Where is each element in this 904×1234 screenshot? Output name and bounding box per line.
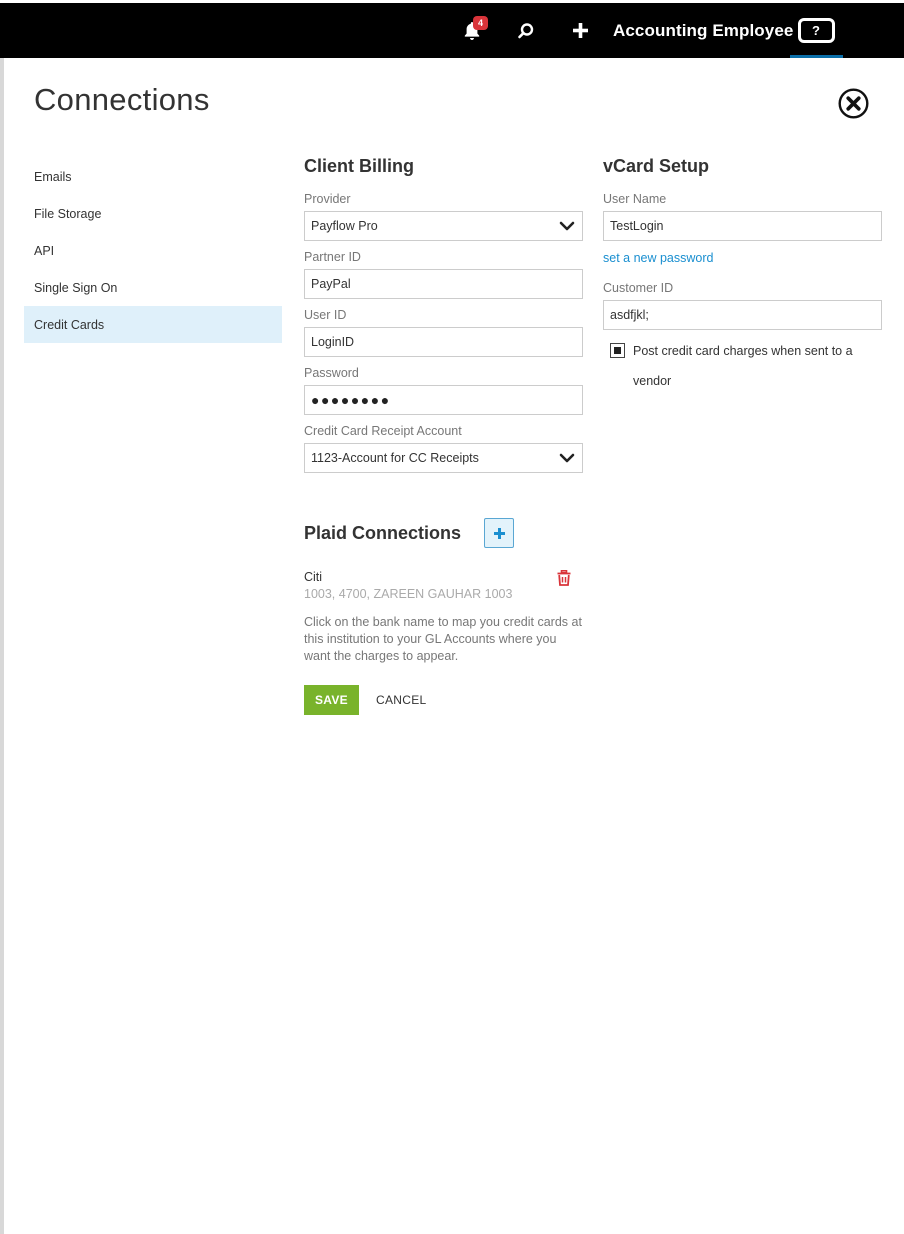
close-circle-icon [838, 88, 869, 119]
user-id-input[interactable]: LoginID [304, 327, 583, 357]
receipt-account-label: Credit Card Receipt Account [304, 423, 462, 438]
search-icon [518, 22, 534, 38]
post-charges-checkbox[interactable] [610, 343, 625, 358]
vcard-user-name-value: TestLogin [610, 219, 664, 233]
receipt-account-value: 1123-Account for CC Receipts [311, 451, 479, 465]
chevron-down-icon [559, 453, 575, 463]
close-button[interactable] [838, 88, 869, 119]
receipt-account-select[interactable]: 1123-Account for CC Receipts [304, 443, 583, 473]
client-billing-section: Client Billing Provider Payflow Pro Part… [304, 152, 583, 479]
vcard-setup-section: vCard Setup User Name TestLogin set a ne… [603, 152, 882, 396]
page-title: Connections [34, 82, 210, 117]
settings-sidenav: Emails File Storage API Single Sign On C… [24, 158, 282, 343]
bank-account-detail: 1003, 4700, ZAREEN GAUHAR 1003 [304, 587, 513, 601]
add-new-button[interactable] [570, 3, 590, 58]
vcard-user-name-label: User Name [603, 191, 667, 206]
password-input[interactable]: ●●●●●●●● [304, 385, 583, 415]
help-icon: ? [797, 18, 835, 43]
password-value: ●●●●●●●● [311, 392, 391, 408]
bank-name-link[interactable]: Citi [304, 570, 322, 584]
trash-icon [557, 570, 571, 586]
plaid-connections-section: Plaid Connections Citi 1003, 4700, ZAREE… [304, 517, 583, 663]
sidenav-item-file-storage[interactable]: File Storage [24, 195, 282, 232]
partner-id-label: Partner ID [304, 249, 361, 264]
checkbox-checked-icon [614, 347, 621, 354]
vcard-setup-title: vCard Setup [603, 155, 710, 176]
sidenav-item-credit-cards[interactable]: Credit Cards [24, 306, 282, 343]
plus-icon [572, 23, 588, 38]
save-button[interactable]: SAVE [304, 685, 359, 715]
page-left-border [0, 58, 4, 1234]
help-active-indicator [790, 55, 843, 58]
chevron-down-icon [559, 221, 575, 231]
delete-connection-button[interactable] [557, 570, 571, 586]
partner-id-input[interactable]: PayPal [304, 269, 583, 299]
search-button[interactable] [515, 3, 537, 58]
set-new-password-link[interactable]: set a new password [603, 247, 882, 269]
user-id-value: LoginID [311, 335, 355, 349]
help-label: ? [800, 21, 832, 40]
client-billing-title: Client Billing [304, 155, 414, 176]
partner-id-value: PayPal [311, 277, 351, 291]
add-plaid-connection-button[interactable] [484, 518, 514, 548]
password-label: Password [304, 365, 359, 380]
sidenav-item-api[interactable]: API [24, 232, 282, 269]
post-charges-option: Post credit card charges when sent to a … [603, 336, 882, 396]
top-bar: 4 Accounting Employee ? [0, 3, 904, 58]
plaid-help-text: Click on the bank name to map you credit… [304, 615, 582, 663]
customer-id-input[interactable]: asdfjkl; [603, 300, 882, 330]
post-charges-label: Post credit card charges when sent to a … [633, 344, 853, 388]
notification-count-badge: 4 [473, 16, 488, 30]
sidenav-item-emails[interactable]: Emails [24, 158, 282, 195]
help-button[interactable]: ? [797, 3, 835, 58]
plus-icon [493, 527, 505, 539]
provider-label: Provider [304, 191, 351, 206]
user-menu[interactable]: Accounting Employee [613, 3, 793, 58]
plaid-connections-title: Plaid Connections [304, 522, 462, 543]
customer-id-value: asdfjkl; [610, 308, 649, 322]
user-id-label: User ID [304, 307, 347, 322]
sidenav-item-single-sign-on[interactable]: Single Sign On [24, 269, 282, 306]
vcard-user-name-input[interactable]: TestLogin [603, 211, 882, 241]
customer-id-label: Customer ID [603, 280, 674, 295]
provider-select-value: Payflow Pro [311, 219, 378, 233]
notifications-button[interactable] [460, 3, 484, 58]
provider-select[interactable]: Payflow Pro [304, 211, 583, 241]
cancel-button[interactable]: CANCEL [376, 685, 426, 715]
